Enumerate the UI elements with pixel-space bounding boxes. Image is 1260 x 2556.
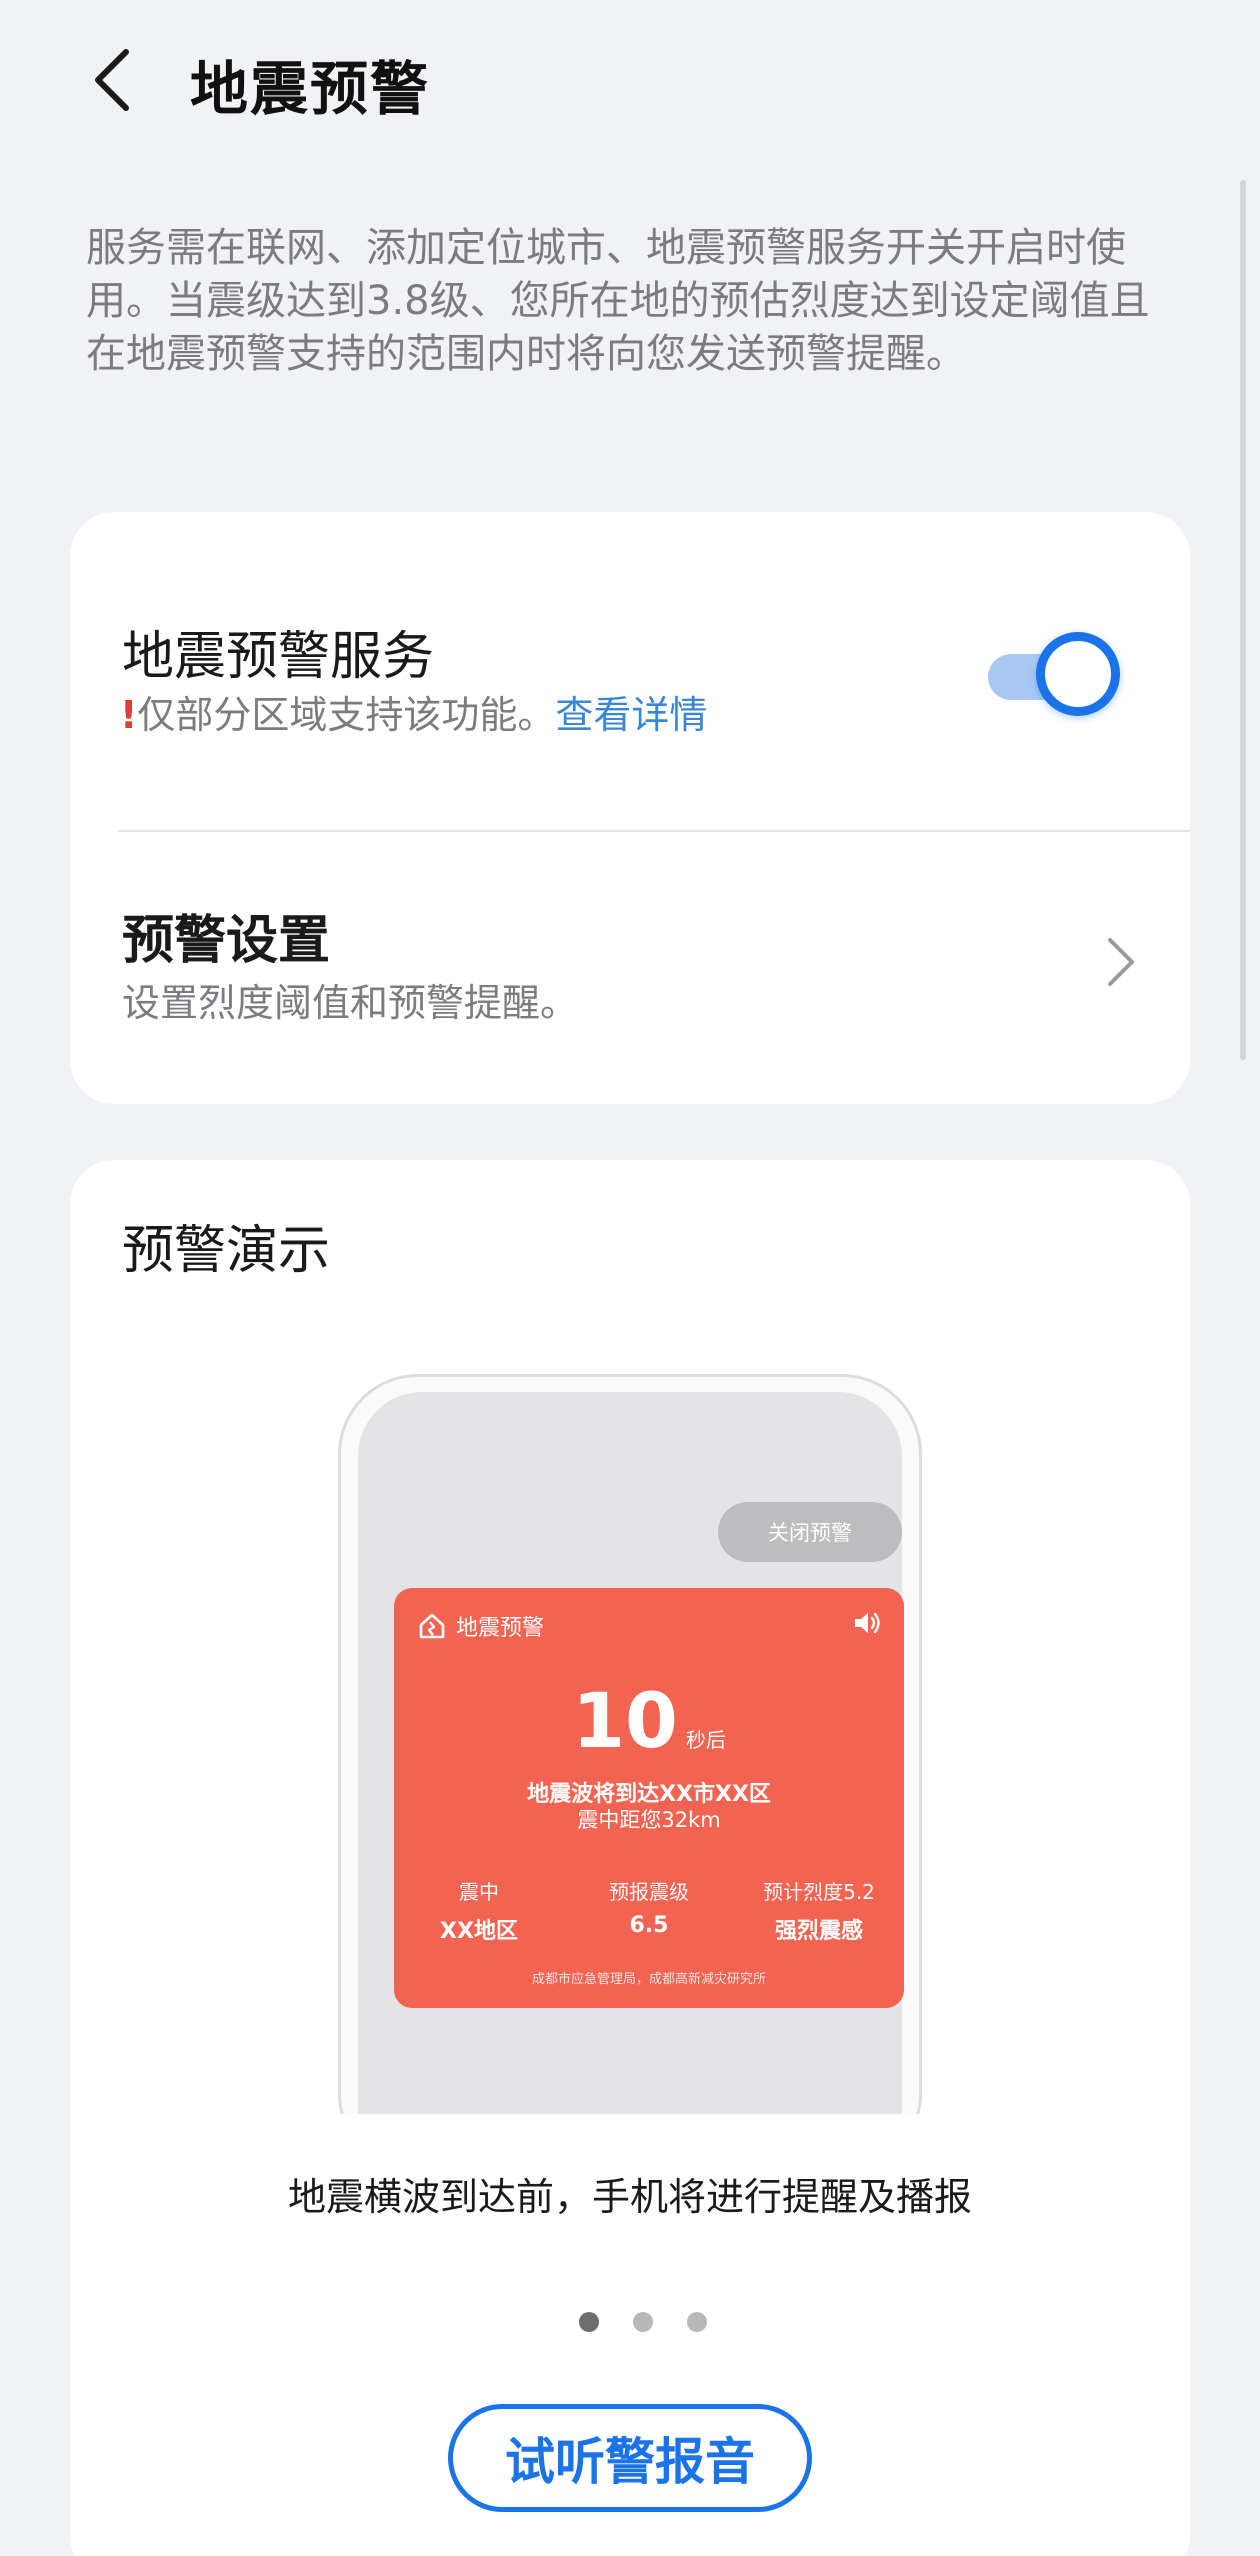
earthquake-warning-page: 地震预警 服务需在联网、添加定位城市、地震预警服务开关开启时使用。当震级达到3.… (0, 0, 1260, 2556)
phone-screen: 关闭预警 地震预警 10 秒后 地震波将到达XX市XX区 震中距您32km 震中… (358, 1392, 904, 2114)
alert-card: 地震预警 10 秒后 地震波将到达XX市XX区 震中距您32km 震中 XX地区… (394, 1588, 904, 2008)
page-title: 地震预警 (190, 55, 431, 123)
page-indicator (562, 2312, 724, 2332)
stat-value: 强烈震感 (774, 1919, 863, 1944)
scrollbar[interactable] (1240, 180, 1246, 1060)
stat-label: 震中 (459, 1880, 499, 1904)
stat-label: 预计烈度5.2 (763, 1880, 875, 1904)
service-subtitle: !仅部分区域支持该功能。查看详情 (120, 684, 707, 739)
countdown-unit: 秒后 (685, 1728, 726, 1752)
service-card: 地震预警服务 !仅部分区域支持该功能。查看详情 预警设置 设置烈度阈值和预警提醒… (70, 512, 1190, 1104)
stat-magnitude: 预报震级 6.5 (564, 1876, 734, 1938)
speaker-icon (850, 1606, 884, 1644)
countdown: 10 秒后 (394, 1676, 904, 1765)
stat-value: 6.5 (629, 1913, 669, 1938)
page-dot-1[interactable] (579, 2312, 599, 2332)
warning-settings-subtitle: 设置烈度阈值和预警提醒。 (122, 981, 579, 1025)
warning-mark: ! (120, 693, 138, 737)
service-toggle[interactable] (978, 632, 1120, 718)
alert-source: 成都市应急管理局，成都高新减灾研究所 (531, 1972, 766, 1987)
stat-label: 预报震级 (609, 1880, 689, 1904)
warning-settings-chevron[interactable] (1100, 932, 1140, 992)
back-button[interactable] (72, 40, 152, 120)
page-dot-2[interactable] (633, 2312, 653, 2332)
back-arrow-icon (95, 49, 129, 111)
demo-title: 预警演示 (122, 1221, 331, 1281)
stat-value: XX地区 (440, 1919, 518, 1944)
close-warning-pill: 关闭预警 (718, 1502, 902, 1562)
service-title: 地震预警服务 (122, 627, 435, 687)
distance-text: 震中距您32km (577, 1808, 721, 1832)
view-details-link[interactable]: 查看详情 (555, 693, 707, 737)
alert-header: 地震预警 (418, 1610, 544, 1642)
stat-epicenter: 震中 XX地区 (394, 1876, 564, 1945)
divider (118, 830, 1190, 832)
listen-alarm-button[interactable]: 试听警报音 (448, 2404, 812, 2512)
warning-settings-title[interactable]: 预警设置 (122, 898, 330, 973)
demo-caption: 地震横波到达前，手机将进行提醒及播报 (287, 2175, 972, 2219)
service-description: 服务需在联网、添加定位城市、地震预警服务开关开启时使用。当震级达到3.8级、您所… (86, 225, 1150, 377)
stat-intensity: 预计烈度5.2 强烈震感 (734, 1876, 904, 1945)
service-subtitle-text: 仅部分区域支持该功能。 (137, 693, 556, 737)
countdown-number: 10 (572, 1676, 678, 1765)
page-dot-3[interactable] (687, 2312, 707, 2332)
header: 地震预警 (0, 0, 1260, 160)
toggle-knob (1036, 632, 1120, 716)
alert-title: 地震预警 (456, 1616, 545, 1641)
chevron-right-icon (1108, 938, 1134, 986)
earthquake-house-icon (419, 1613, 445, 1639)
demo-card: 预警演示 关闭预警 地震预警 10 秒后 地震波将到达XX市XX区 震中距您32… (70, 1160, 1190, 2556)
phone-mockup: 关闭预警 地震预警 10 秒后 地震波将到达XX市XX区 震中距您32km 震中… (338, 1374, 922, 2114)
